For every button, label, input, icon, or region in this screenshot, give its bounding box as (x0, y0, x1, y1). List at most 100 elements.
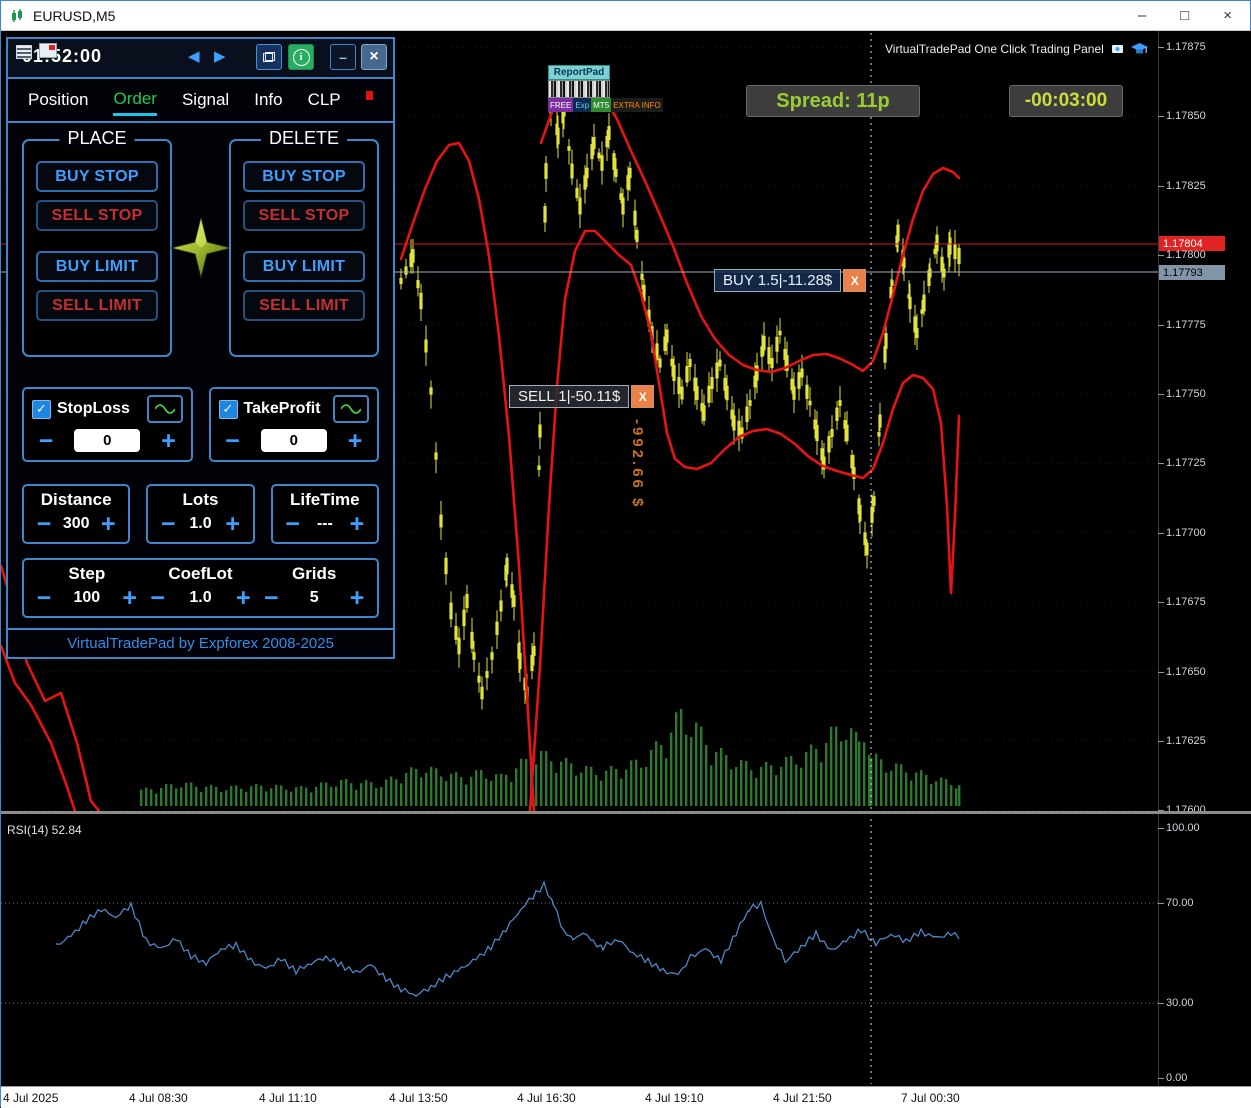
tab-clp[interactable]: CLP (308, 86, 341, 114)
one-click-panel-label-group: VirtualTradePad One Click Trading Panel (885, 42, 1148, 56)
order-params-row: Distance − 300 + Lots − 1.0 + LifeTime − (22, 484, 379, 544)
grids-plus-button[interactable]: + (345, 586, 369, 611)
place-buy-limit-button[interactable]: BUY LIMIT (36, 251, 158, 282)
panel-close-button[interactable]: × (361, 44, 387, 70)
step-minus-button[interactable]: − (32, 586, 56, 611)
price-scale-label: 1.17725 (1158, 457, 1206, 470)
stoploss-plus-button[interactable]: + (157, 428, 181, 453)
price-scale-label: 1.17800 (1158, 249, 1206, 262)
lots-minus-button[interactable]: − (156, 512, 180, 537)
badge-icon[interactable] (1110, 43, 1125, 55)
windows-icon (263, 52, 275, 62)
banner-badges: FREE Exp MT5 EXTRA INFO (548, 98, 663, 112)
rsi-scale-label: 70.00 (1158, 897, 1194, 909)
coeflot-field: CoefLot − 1.0 + (144, 564, 258, 611)
distance-label: Distance (40, 490, 112, 509)
time-axis-label: 7 Jul 00:30 (901, 1091, 960, 1105)
floating-loss-text: -992.66 $ (629, 419, 646, 510)
stoploss-checkbox[interactable]: ✓ (32, 399, 51, 419)
delete-buy-stop-button[interactable]: BUY STOP (243, 161, 365, 192)
time-axis[interactable]: 4 Jul 2025 4 Jul 08:30 4 Jul 11:10 4 Jul 13… (1, 1086, 1251, 1108)
window-title: EURUSD,M5 (33, 7, 116, 24)
panel-minimize-button[interactable]: – (330, 44, 356, 70)
tab-position[interactable]: Position (28, 86, 88, 114)
coeflot-plus-button[interactable]: + (231, 586, 255, 611)
stoploss-minus-button[interactable]: − (34, 428, 58, 453)
lots-plus-button[interactable]: + (221, 512, 245, 537)
qr-banner[interactable] (548, 80, 610, 98)
buy-close-button[interactable]: X (843, 269, 867, 292)
panel-footer: VirtualTradePad by Expforex 2008-2025 (8, 628, 393, 657)
free-badge[interactable]: FREE (548, 98, 574, 112)
distance-field: Distance − 300 + (22, 484, 131, 544)
graduation-cap-icon[interactable] (1130, 42, 1148, 56)
tab-order[interactable]: Order (113, 85, 157, 116)
distance-plus-button[interactable]: + (96, 512, 120, 537)
lifetime-minus-button[interactable]: − (281, 512, 305, 537)
grids-value[interactable]: 5 (310, 589, 319, 607)
mt5-badge[interactable]: MT5 (591, 98, 612, 112)
takeprofit-plus-button[interactable]: + (343, 428, 367, 453)
stoploss-label: StopLoss (57, 400, 130, 417)
stoploss-value[interactable]: 0 (74, 429, 141, 452)
grids-minus-button[interactable]: − (259, 586, 283, 611)
lifetime-plus-button[interactable]: + (345, 512, 369, 537)
step-plus-button[interactable]: + (118, 586, 142, 611)
bid-price-tag: 1.17793 (1159, 265, 1225, 280)
tab-signal[interactable]: Signal (182, 86, 229, 114)
sell-close-button[interactable]: X (631, 385, 655, 408)
takeprofit-minus-button[interactable]: − (221, 428, 245, 453)
sell-position-label[interactable]: SELL 1|-50.11$ X (509, 385, 655, 408)
panel-timer: 01:52:00 (22, 46, 103, 66)
stoploss-trailing-button[interactable] (146, 395, 183, 423)
price-scale[interactable]: 1.17804 1.17793 1.17875 1.17850 1.17825 1.1… (1157, 31, 1251, 1086)
lifetime-value[interactable]: --- (317, 515, 333, 533)
place-sell-stop-button[interactable]: SELL STOP (36, 200, 158, 231)
rsi-indicator-canvas[interactable] (1, 819, 1158, 1086)
place-orders-group: PLACE BUY STOP SELL STOP BUY LIMIT SELL … (22, 128, 172, 357)
coeflot-minus-button[interactable]: − (146, 586, 170, 611)
price-scale-label: 1.17775 (1158, 318, 1206, 331)
order-columns: PLACE BUY STOP SELL STOP BUY LIMIT SELL … (22, 128, 379, 357)
prev-arrow-button[interactable]: ◀ (188, 47, 200, 65)
buy-position-text[interactable]: BUY 1.5|-11.28$ (714, 269, 842, 292)
sell-position-text[interactable]: SELL 1|-50.11$ (509, 385, 630, 408)
step-value[interactable]: 100 (73, 589, 100, 607)
delete-sell-limit-button[interactable]: SELL LIMIT (243, 290, 365, 321)
delete-buy-limit-button[interactable]: BUY LIMIT (243, 251, 365, 282)
calendar-icon[interactable] (39, 43, 57, 58)
delete-sell-stop-button[interactable]: SELL STOP (243, 200, 365, 231)
one-click-panel-label: VirtualTradePad One Click Trading Panel (885, 42, 1104, 56)
lots-value[interactable]: 1.0 (189, 515, 211, 533)
list-icon[interactable] (16, 45, 32, 59)
distance-minus-button[interactable]: − (32, 512, 56, 537)
window-minimize-button[interactable]: – (1138, 1, 1146, 31)
takeprofit-trailing-button[interactable] (333, 395, 369, 423)
place-sell-limit-button[interactable]: SELL LIMIT (36, 290, 158, 321)
takeprofit-group: ✓ TakeProfit − 0 + (208, 387, 379, 462)
price-scale-label: 1.17650 (1158, 665, 1206, 678)
application-window: VirtualTradePad One Click Trading Panel … (0, 0, 1251, 1108)
expforex-badge[interactable]: Exp (573, 98, 592, 112)
window-maximize-button[interactable]: □ (1180, 1, 1189, 31)
price-scale-label: 1.17825 (1158, 179, 1206, 192)
tab-info[interactable]: Info (254, 86, 282, 114)
price-scale-label: 1.17850 (1158, 110, 1206, 123)
buy-position-label[interactable]: BUY 1.5|-11.28$ X (714, 269, 867, 292)
takeprofit-value[interactable]: 0 (260, 429, 327, 452)
next-arrow-button[interactable]: ▶ (214, 47, 226, 65)
place-buy-stop-button[interactable]: BUY STOP (36, 161, 158, 192)
takeprofit-checkbox[interactable]: ✓ (218, 399, 238, 419)
distance-value[interactable]: 300 (63, 515, 90, 533)
extra-info-badge[interactable]: EXTRA INFO (611, 98, 663, 112)
window-title-bar[interactable]: EURUSD,M5 – □ × (1, 1, 1250, 31)
panel-header[interactable]: 01:52:00 ◀ ▶ i – × (8, 39, 393, 79)
coeflot-value[interactable]: 1.0 (189, 589, 211, 607)
window-close-button[interactable]: × (1223, 1, 1232, 31)
detach-window-button[interactable] (256, 44, 282, 70)
reportpad-button[interactable]: ReportPad (548, 65, 610, 80)
window-splitter[interactable] (1, 811, 1251, 814)
rsi-scale-label: 100.00 (1158, 822, 1200, 834)
time-axis-label: 4 Jul 13:50 (389, 1091, 448, 1105)
info-button[interactable]: i (288, 44, 314, 70)
